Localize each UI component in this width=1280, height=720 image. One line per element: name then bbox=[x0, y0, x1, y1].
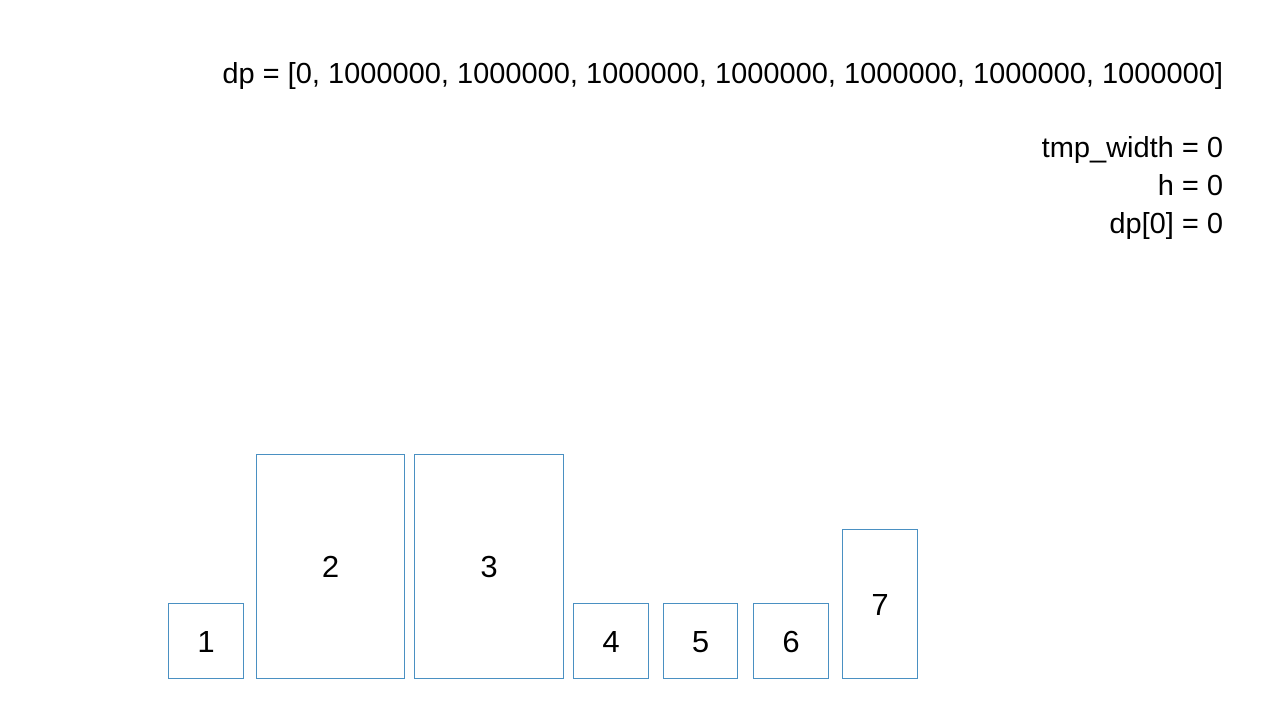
h-text: h = 0 bbox=[1157, 170, 1223, 202]
tmp-width-text: tmp_width = 0 bbox=[1041, 132, 1223, 164]
box-3: 3 bbox=[414, 454, 564, 679]
box-label: 4 bbox=[602, 623, 620, 659]
box-2: 2 bbox=[256, 454, 405, 679]
variables-panel: tmp_width = 0 h = 0 dp[0] = 0 bbox=[1042, 129, 1223, 243]
box-label: 5 bbox=[691, 623, 710, 659]
box-7: 7 bbox=[842, 529, 918, 679]
dp-array-text: dp = [0, 1000000, 1000000, 1000000, 1000… bbox=[222, 58, 1223, 90]
box-5: 5 bbox=[663, 603, 738, 679]
dp0-text: dp[0] = 0 bbox=[1109, 208, 1223, 240]
box-label: 1 bbox=[197, 623, 215, 659]
box-1: 1 bbox=[168, 603, 244, 679]
box-label: 3 bbox=[480, 549, 498, 584]
box-label: 7 bbox=[871, 586, 889, 622]
box-label: 2 bbox=[321, 549, 340, 584]
box-label: 6 bbox=[782, 623, 800, 659]
box-6: 6 bbox=[753, 603, 829, 679]
box-4: 4 bbox=[573, 603, 649, 679]
